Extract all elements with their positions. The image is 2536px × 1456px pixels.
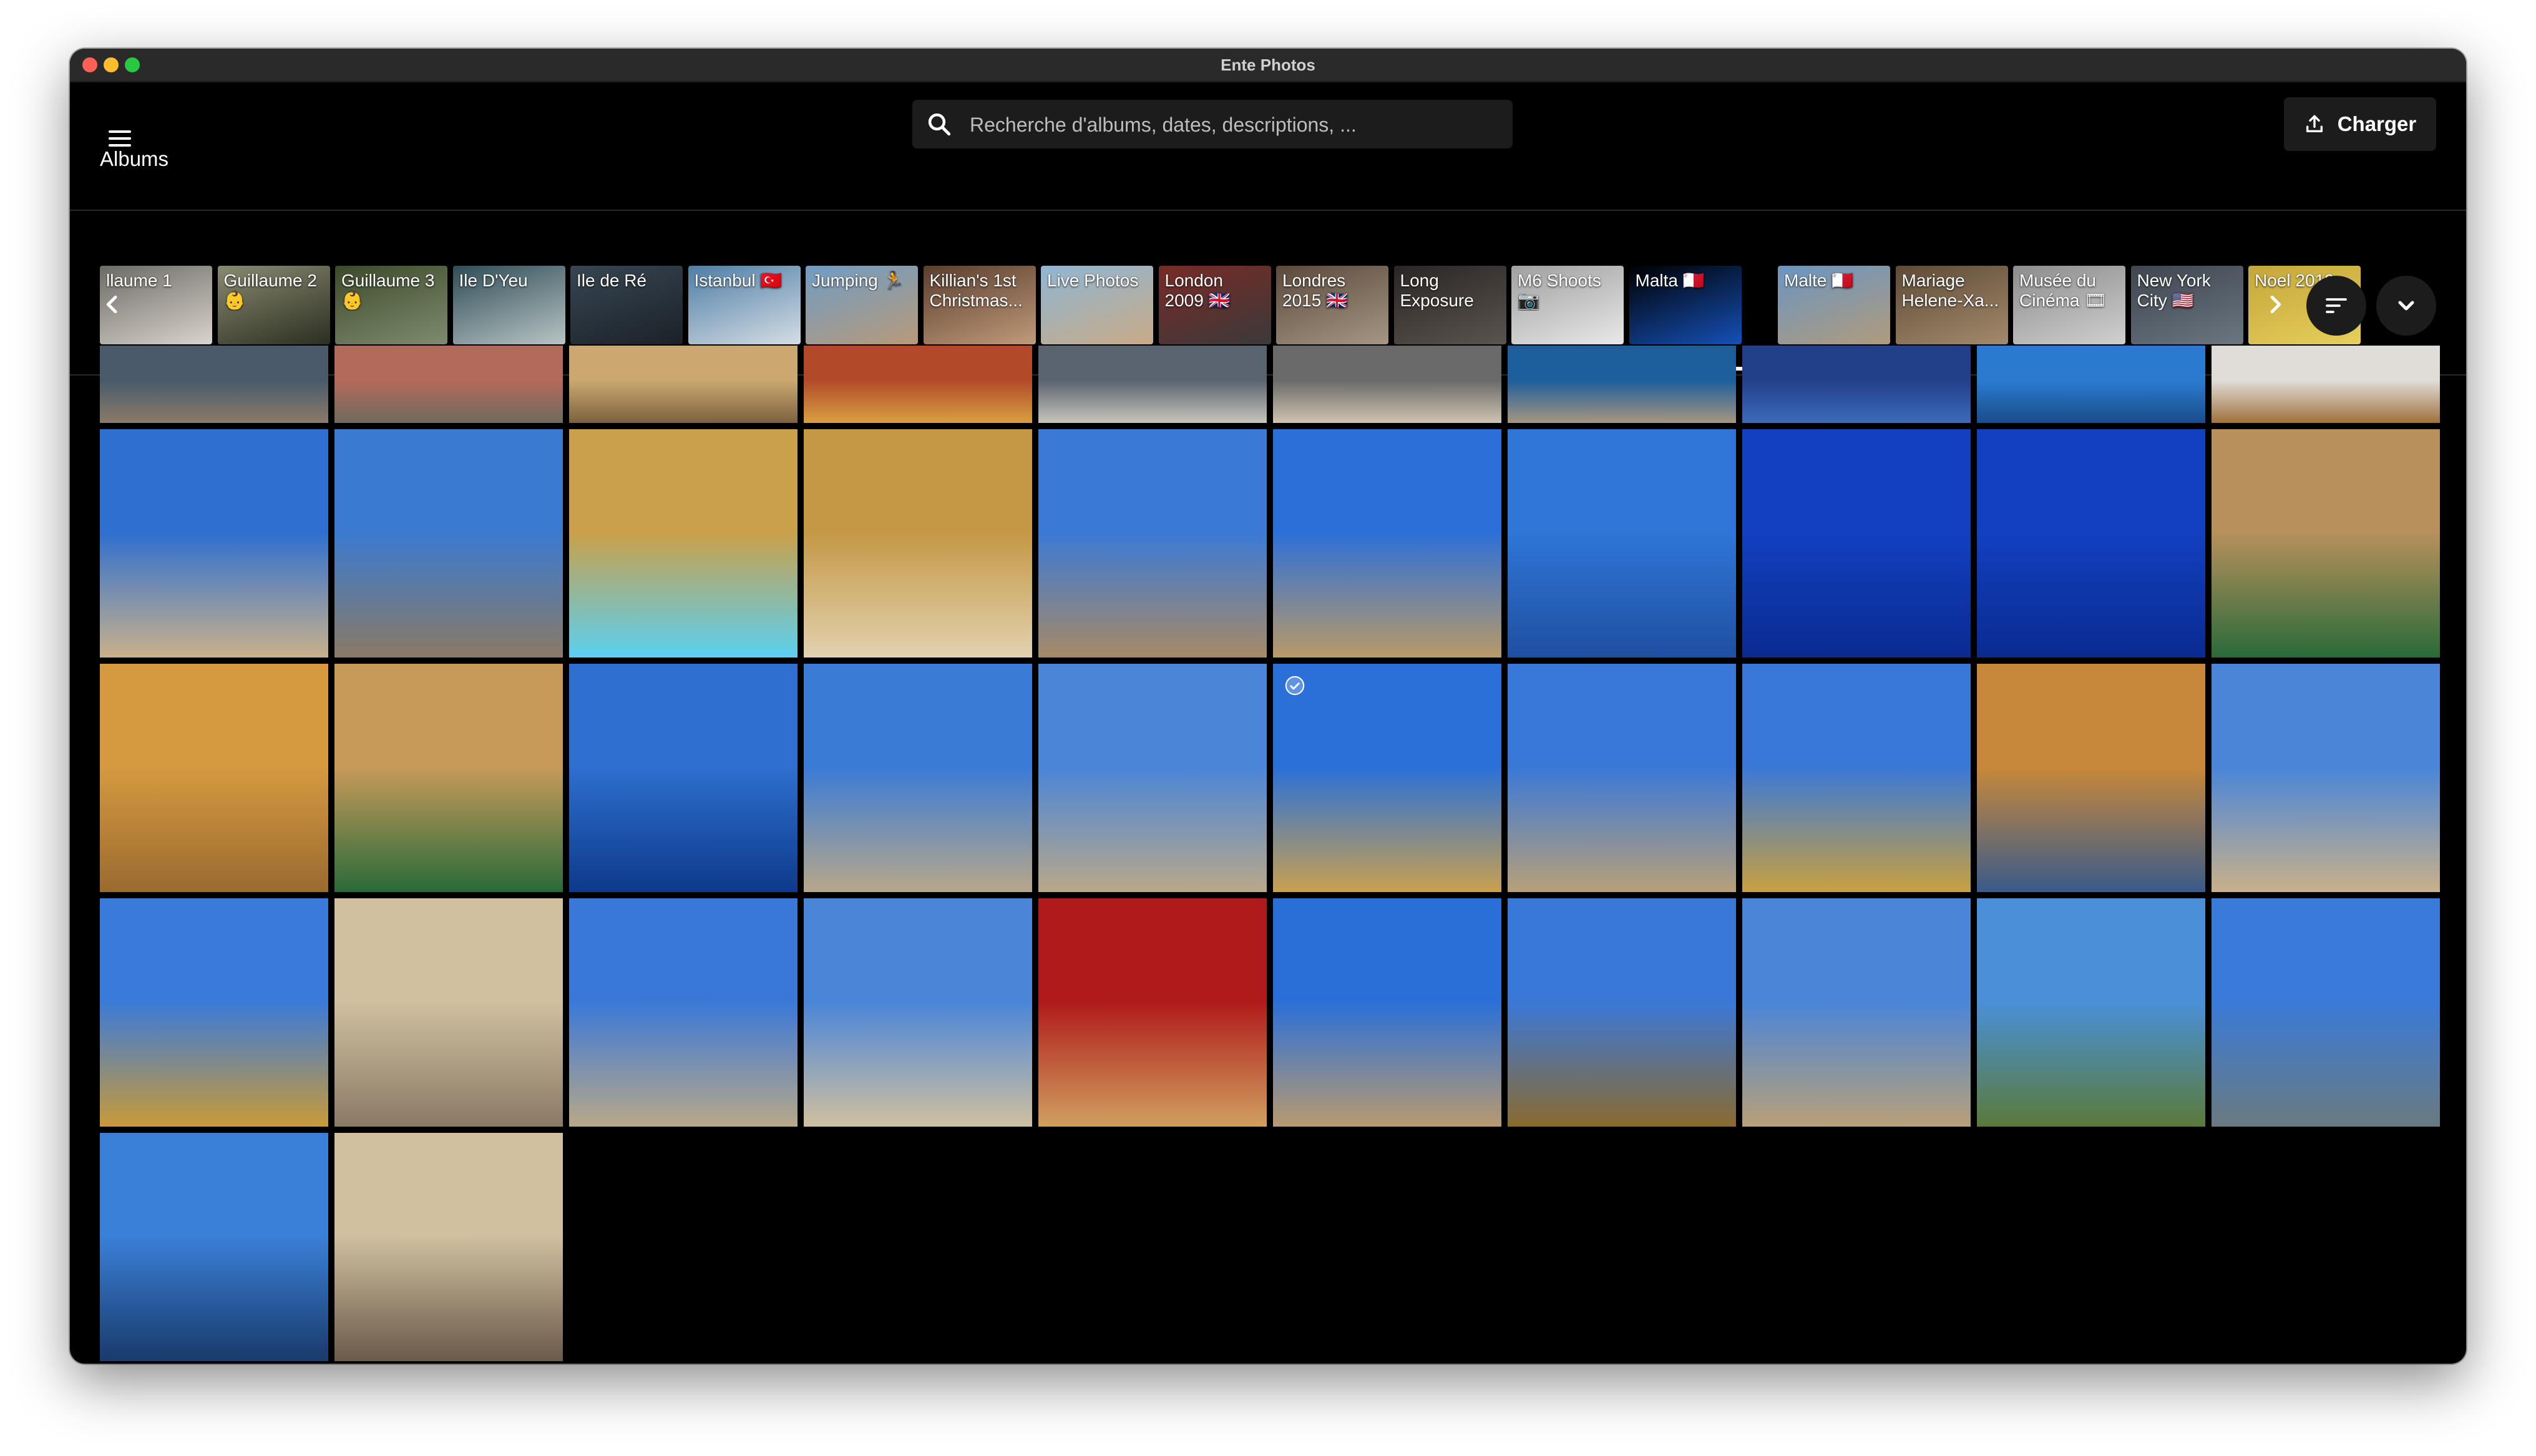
photo-thumbnail[interactable]: [804, 346, 1032, 423]
menu-icon: [109, 130, 131, 147]
photo-thumbnail[interactable]: [1038, 429, 1267, 658]
photo-thumbnail[interactable]: [569, 346, 797, 423]
album-label: Ile de Ré: [577, 271, 647, 290]
photo-thumbnail[interactable]: [100, 429, 328, 658]
search-input[interactable]: [968, 100, 1501, 150]
photo-thumbnail[interactable]: [100, 346, 328, 423]
photo-thumbnail[interactable]: [1977, 429, 2205, 658]
album-thumbnail[interactable]: Malte 🇲🇹: [1778, 266, 1890, 344]
album-label: Jumping 🏃: [812, 271, 905, 290]
photo-thumbnail[interactable]: [1273, 898, 1501, 1127]
photo-thumbnail[interactable]: [334, 429, 563, 658]
photo-thumbnail[interactable]: [100, 1133, 328, 1361]
photo-thumbnail[interactable]: [2212, 346, 2440, 423]
album-label: Live Photos: [1047, 271, 1139, 290]
photo-thumbnail[interactable]: [1038, 898, 1267, 1127]
album-label: M6 Shoots 📷: [1518, 271, 1601, 310]
scroll-right-button[interactable]: [2258, 287, 2293, 322]
album-thumbnail[interactable]: Killian's 1st Christmas...: [923, 266, 1036, 344]
album-thumbnail[interactable]: Jumping 🏃: [806, 266, 918, 344]
album-thumbnail[interactable]: Londres 2015 🇬🇧: [1276, 266, 1388, 344]
photo-thumbnail[interactable]: [2212, 664, 2440, 892]
photo-thumbnail[interactable]: [1742, 429, 1971, 658]
photo-thumbnail[interactable]: [804, 898, 1032, 1127]
upload-icon: [2306, 115, 2323, 133]
album-thumbnail[interactable]: M6 Shoots 📷: [1511, 266, 1624, 344]
photo-thumbnail[interactable]: [1977, 898, 2205, 1127]
chevron-down-icon: [2398, 301, 2414, 311]
album-thumbnail[interactable]: Guillaume 3 👶: [335, 266, 447, 344]
select-check-icon[interactable]: [1284, 675, 1305, 696]
album-label: Guillaume 3 👶: [341, 271, 435, 310]
chevron-right-icon: [2270, 295, 2281, 314]
app-window: Ente Photos Charger Albums llaume 1Guill…: [70, 49, 2466, 1364]
photo-thumbnail[interactable]: [1508, 898, 1736, 1127]
scroll-left-button[interactable]: [95, 287, 130, 322]
photo-thumbnail[interactable]: [569, 664, 797, 892]
album-label: New York City 🇺🇸: [2137, 271, 2211, 310]
photo-thumbnail[interactable]: [334, 664, 563, 892]
photo-thumbnail[interactable]: [1038, 346, 1267, 423]
window-title: Ente Photos: [1221, 56, 1315, 74]
album-thumbnail[interactable]: Malta 🇲🇹: [1629, 266, 1742, 344]
album-thumbnail[interactable]: Live Photos: [1041, 266, 1153, 344]
album-label: Guillaume 2 👶: [223, 271, 317, 310]
album-label: Londres 2015 🇬🇧: [1282, 271, 1348, 310]
photo-thumbnail[interactable]: [100, 898, 328, 1127]
albums-heading: Albums: [100, 147, 169, 170]
search-icon: [928, 113, 951, 136]
photo-thumbnail[interactable]: [1273, 429, 1501, 658]
search-bar[interactable]: [912, 100, 1513, 150]
photo-thumbnail[interactable]: [804, 664, 1032, 892]
album-thumbnail[interactable]: London 2009 🇬🇧: [1158, 266, 1271, 344]
album-label: Mariage Helene-Xa...: [1901, 271, 1999, 310]
album-thumbnail[interactable]: Guillaume 2 👶: [217, 266, 330, 344]
app-bar: Charger: [70, 82, 2466, 211]
photo-thumbnail[interactable]: [334, 1133, 563, 1361]
album-thumbnail[interactable]: Ile D'Yeu: [452, 266, 565, 344]
sort-icon: [2326, 298, 2347, 313]
album-thumbnail[interactable]: Ile de Ré: [570, 266, 683, 344]
album-label: Long Exposure: [1400, 271, 1474, 310]
photo-thumbnail[interactable]: [1508, 664, 1736, 892]
upload-label: Charger: [2337, 112, 2417, 135]
photo-thumbnail[interactable]: [1742, 664, 1971, 892]
album-label: Killian's 1st Christmas...: [929, 271, 1023, 310]
photo-thumbnail[interactable]: [1742, 898, 1971, 1127]
photo-thumbnail[interactable]: [1508, 429, 1736, 658]
photo-thumbnail[interactable]: [1508, 346, 1736, 423]
photo-thumbnail[interactable]: [1977, 346, 2205, 423]
photo-thumbnail[interactable]: [1038, 664, 1267, 892]
album-label: London 2009 🇬🇧: [1164, 271, 1231, 310]
album-thumbnail[interactable]: Istanbul 🇹🇷: [688, 266, 801, 344]
album-label: Musée du Cinéma 🎞: [2019, 271, 2107, 310]
photo-thumbnail[interactable]: [100, 664, 328, 892]
photo-thumbnail[interactable]: [2212, 429, 2440, 658]
album-label: Malte 🇲🇹: [1784, 271, 1854, 290]
title-bar: Ente Photos: [70, 49, 2466, 82]
album-thumbnail[interactable]: Mariage Helene-Xa...: [1895, 266, 2008, 344]
album-thumbnail[interactable]: New York City 🇺🇸: [2130, 266, 2243, 344]
photo-thumbnail[interactable]: [804, 429, 1032, 658]
album-label: Istanbul 🇹🇷: [694, 271, 783, 290]
upload-button[interactable]: Charger: [2284, 97, 2436, 151]
album-label: Ile D'Yeu: [459, 271, 528, 290]
photo-thumbnail[interactable]: [569, 898, 797, 1127]
album-label: Malta 🇲🇹: [1635, 271, 1705, 290]
photo-thumbnail[interactable]: [1273, 664, 1501, 892]
sort-albums-button[interactable]: [2306, 276, 2366, 336]
photo-thumbnail[interactable]: [2212, 898, 2440, 1127]
photo-thumbnail[interactable]: [334, 346, 563, 423]
expand-albums-button[interactable]: [2376, 276, 2436, 336]
album-thumbnail[interactable]: Musée du Cinéma 🎞: [2013, 266, 2125, 344]
album-thumbnail[interactable]: Long Exposure: [1393, 266, 1506, 344]
photo-thumbnail[interactable]: [569, 429, 797, 658]
photo-thumbnail[interactable]: [1742, 346, 1971, 423]
photo-thumbnail[interactable]: [1273, 346, 1501, 423]
photo-thumbnail[interactable]: [334, 898, 563, 1127]
photo-thumbnail[interactable]: [1977, 664, 2205, 892]
chevron-left-icon: [106, 295, 117, 314]
